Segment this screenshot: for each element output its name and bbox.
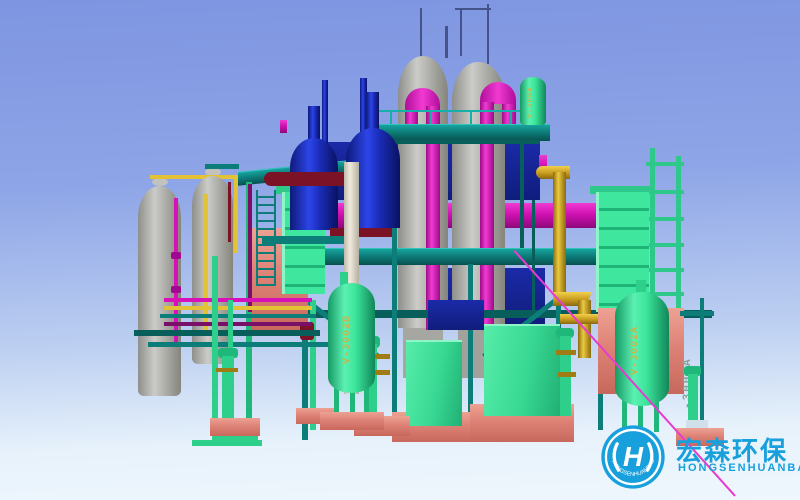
thin-pipe: [680, 311, 714, 316]
logo-mark-icon: H HONGSENHUANBAO: [600, 424, 666, 490]
vessel-label: V-3004: [527, 81, 535, 123]
green-pipe-run: [192, 440, 262, 446]
crane-beam: [455, 8, 491, 10]
pipe-rack-rail: [646, 162, 684, 166]
logo-monogram: H: [623, 441, 644, 472]
teal-pipe-run: [160, 314, 316, 318]
pipe-rack-post: [650, 148, 655, 316]
foundation: [320, 412, 384, 430]
thin-pipe: [532, 200, 535, 320]
pump-piping: [556, 350, 576, 355]
magenta-pipe-run: [164, 298, 312, 302]
magenta-pipe-arc: [480, 82, 516, 104]
handrail-post: [390, 112, 392, 124]
handrail-post: [510, 112, 512, 124]
blue-vessel-neck: [366, 92, 379, 132]
blue-stack: [322, 80, 328, 144]
pipe-rack-rail: [646, 217, 684, 221]
vessel-v3002a: [615, 292, 669, 406]
blue-equipment: [428, 300, 484, 330]
steel-beam: [262, 236, 346, 244]
yellow-pipe: [204, 194, 208, 334]
handrail-post: [430, 112, 432, 124]
yellow-pipe: [234, 175, 238, 253]
gold-pipe-riser: [553, 172, 566, 298]
vent-stack: [445, 26, 448, 58]
green-pipe: [212, 256, 218, 442]
green-tank-box: [484, 324, 560, 416]
deck-edge: [380, 140, 540, 144]
vessel-label: V-3002B: [342, 292, 353, 386]
pump-piping: [558, 372, 576, 377]
handrail-post: [470, 112, 472, 124]
magenta-nozzle: [280, 120, 287, 133]
crane-cable: [460, 8, 462, 56]
purple-pipe-run: [164, 322, 312, 326]
tank-manhole: [152, 178, 168, 186]
green-tank-box: [406, 340, 462, 426]
pipe-rack-rail: [646, 268, 684, 272]
company-logo: H HONGSENHUANBAO 宏森环保 HONGSENHUANBAO: [596, 420, 796, 496]
thin-pipe: [520, 138, 524, 248]
purple-pipe: [248, 184, 252, 312]
crane-cable: [420, 8, 422, 58]
blue-vessel-neck: [308, 106, 320, 142]
dark-pipe-run: [148, 342, 328, 347]
yellow-pipe: [150, 175, 238, 179]
pump-piping: [216, 368, 238, 372]
maroon-pipe: [228, 182, 231, 242]
pump-pedestal: [210, 418, 260, 436]
steel-column: [392, 214, 397, 436]
teal-pipe: [205, 164, 239, 169]
maroon-drum: [264, 172, 348, 186]
crane-cable: [487, 4, 489, 64]
logo-english-name: HONGSENHUANBAO: [678, 462, 800, 474]
dark-pipe-run: [134, 330, 320, 336]
vertical-pump: [222, 356, 234, 418]
vertical-pump: [688, 374, 698, 426]
3d-model-viewport[interactable]: V-3004 V-3002B: [0, 0, 800, 500]
valve: [171, 286, 181, 293]
pipe-rack-rail: [646, 243, 684, 247]
valve: [171, 252, 181, 259]
yellow-pipe-run: [164, 306, 312, 310]
